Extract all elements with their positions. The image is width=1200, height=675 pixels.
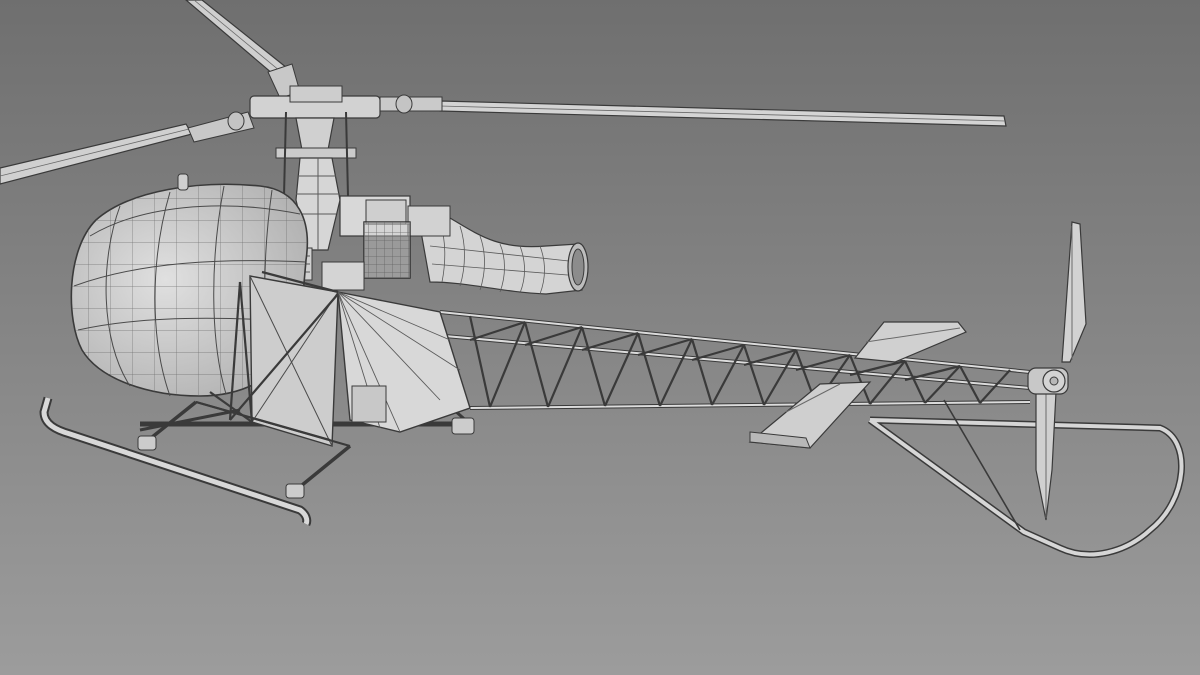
- tail-skid: [867, 399, 1185, 558]
- tail-rotor-blade-upper: [1061, 221, 1087, 363]
- tail-rotor: [1027, 221, 1087, 521]
- rotor-blade-left: [0, 123, 193, 185]
- render-viewport: [0, 0, 1200, 675]
- helicopter-render: [0, 0, 1185, 558]
- main-rotor: [0, 0, 1007, 185]
- horizontal-stabilizer: [748, 321, 967, 449]
